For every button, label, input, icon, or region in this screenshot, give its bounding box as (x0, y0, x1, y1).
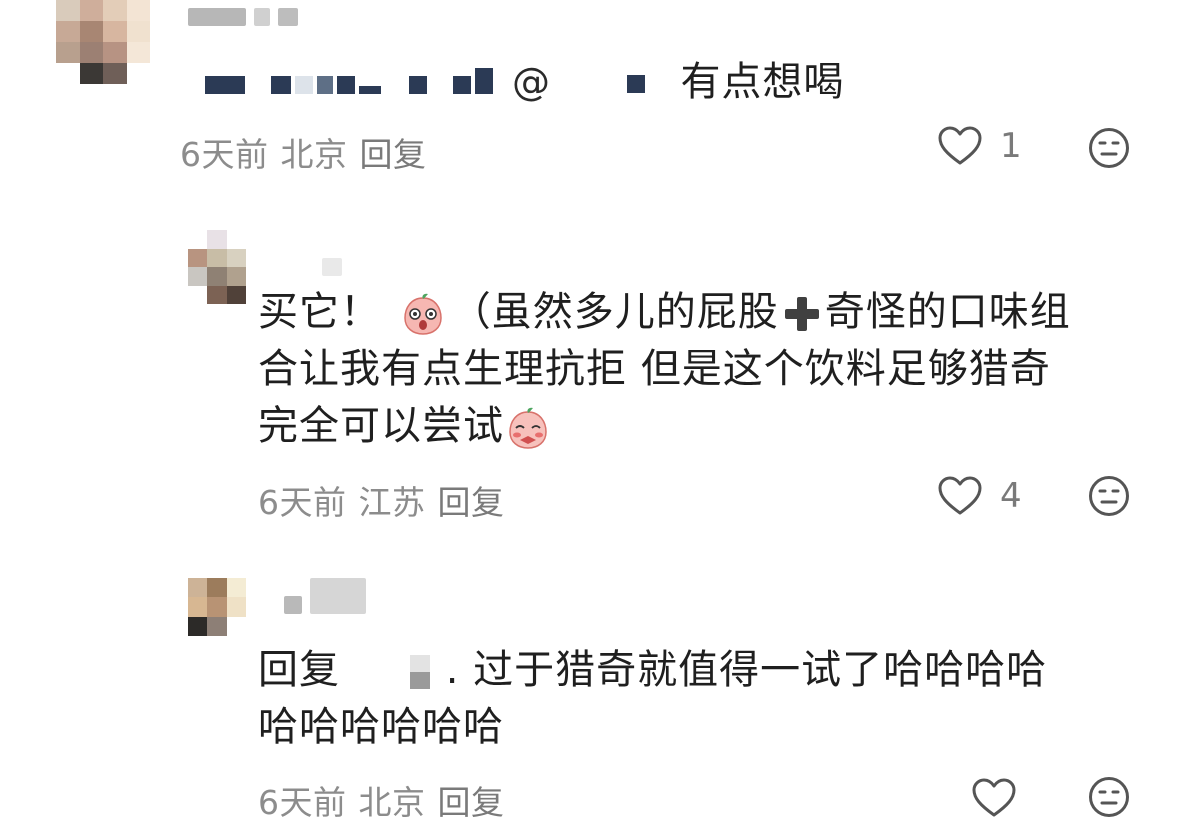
username[interactable] (284, 578, 366, 614)
comment-text: 买它！ （虽然多儿的屁股 奇怪的口味组 合让我有点生理抗拒 但是这个饮料足够猎奇… (258, 284, 1138, 455)
avatar[interactable] (188, 230, 246, 304)
neutral-face-icon[interactable] (1088, 475, 1130, 517)
surprised-peach-emoji (403, 293, 442, 335)
comment-line-3: 完全可以尝试 (258, 398, 1138, 455)
shy-peach-emoji (509, 407, 547, 449)
reply-button[interactable]: 回复 (438, 476, 505, 524)
timestamp: 6天前 (258, 783, 347, 822)
comment-meta: 6天前 北京 回复 (180, 128, 439, 176)
mention-at-symbol[interactable]: @ (512, 60, 551, 104)
like-button[interactable]: 4 (938, 476, 1022, 516)
comment-1: @ 有点想喝 6天前 北京 回复 1 (0, 0, 1198, 200)
neutral-face-icon[interactable] (1088, 127, 1130, 169)
comment-line-2: 哈哈哈哈哈哈 (258, 704, 504, 750)
comment-2: 买它！ （虽然多儿的屁股 奇怪的口味组 合让我有点生理抗拒 但是这个饮料足够猎奇… (0, 210, 1198, 530)
comment-body: 有点想喝 (680, 59, 845, 105)
mention-target-blurred[interactable] (608, 75, 645, 93)
username[interactable] (188, 8, 298, 26)
avatar[interactable] (188, 578, 246, 636)
location: 江苏 (358, 483, 426, 522)
heart-outline-icon (972, 778, 1016, 817)
like-count: 4 (1000, 476, 1022, 516)
like-button[interactable] (972, 778, 1016, 818)
reply-prefix: 回复 (258, 647, 340, 693)
like-button[interactable]: 1 (938, 126, 1022, 166)
comment-3: 回复 . 过于猎奇就值得一试了哈哈哈哈 哈哈哈哈哈哈 6天前 北京 回复 (0, 560, 1198, 831)
reply-target-blurred[interactable] (409, 655, 430, 689)
reply-button[interactable]: 回复 (360, 128, 427, 176)
heart-outline-icon (938, 476, 982, 515)
location: 北京 (358, 783, 426, 822)
heart-outline-icon (938, 126, 982, 165)
neutral-face-icon[interactable] (1088, 776, 1130, 818)
avatar[interactable] (56, 0, 150, 84)
mention-username-blurred[interactable] (205, 68, 493, 94)
like-count: 1 (1000, 126, 1022, 166)
comment-line-2: 合让我有点生理抗拒 但是这个饮料足够猎奇 (258, 346, 1051, 392)
comment-line-1: 回复 . 过于猎奇就值得一试了哈哈哈哈 (258, 647, 1048, 693)
comment-text: 回复 . 过于猎奇就值得一试了哈哈哈哈 哈哈哈哈哈哈 (258, 642, 1138, 756)
heavy-plus-sign-icon (784, 297, 819, 331)
comment-line-1: 买它！ （虽然多儿的屁股 奇怪的口味组 (258, 289, 1071, 335)
comment-text: @ 有点想喝 (512, 54, 844, 111)
location: 北京 (280, 135, 348, 174)
username[interactable] (322, 258, 342, 276)
comment-meta: 6天前 江苏 回复 (258, 476, 517, 524)
timestamp: 6天前 (258, 483, 347, 522)
timestamp: 6天前 (180, 135, 269, 174)
comment-meta: 6天前 北京 回复 (258, 776, 517, 824)
reply-button[interactable]: 回复 (438, 776, 505, 824)
